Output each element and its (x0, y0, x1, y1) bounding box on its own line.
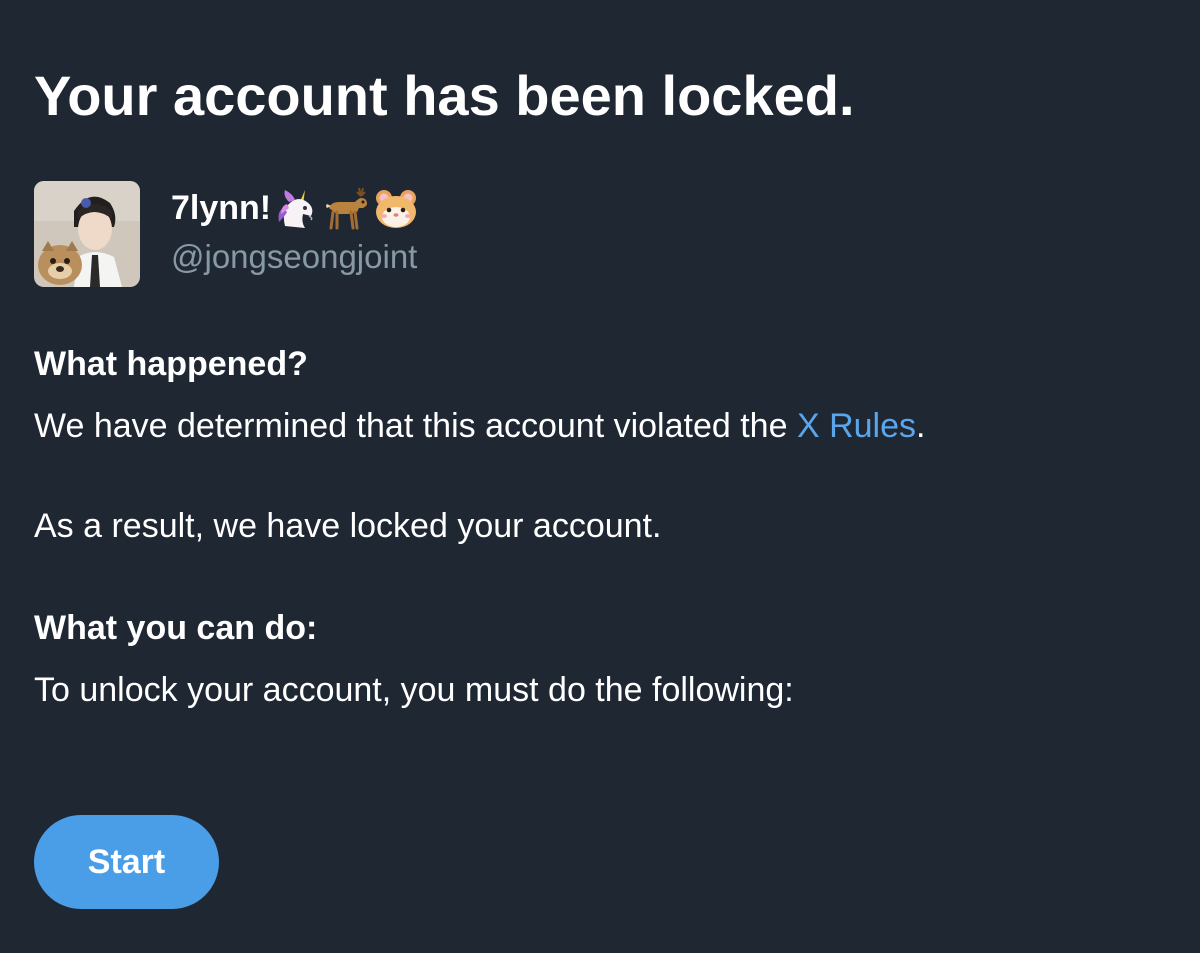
locked-account-page: Your account has been locked. 7lynn! @jo… (0, 0, 1200, 953)
account-identity: 7lynn! @jongseongjoint (171, 181, 421, 277)
start-button[interactable]: Start (34, 815, 219, 909)
display-name: 7lynn! (171, 189, 272, 227)
unlock-instructions-text: To unlock your account, you must do the … (34, 671, 794, 709)
account-handle: @jongseongjoint (171, 238, 418, 275)
hamster-emoji-icon (376, 190, 417, 228)
result-text: As a result, we have locked your account… (34, 507, 662, 545)
deer-emoji-icon (326, 187, 368, 230)
violation-text: We have determined that this account vio… (34, 404, 925, 448)
what-you-can-do-heading: What you can do: (34, 609, 318, 647)
violation-text-end: . (916, 407, 926, 445)
account-card: 7lynn! @jongseongjoint (34, 181, 421, 287)
avatar (34, 181, 140, 287)
what-happened-heading: What happened? (34, 345, 308, 383)
violation-text-start: We have determined that this account vio… (34, 407, 797, 445)
x-rules-link[interactable]: X Rules (797, 407, 916, 445)
emoji-row (275, 186, 421, 230)
avatar-photo (34, 181, 140, 287)
display-name-row: 7lynn! (171, 186, 421, 230)
unicorn-emoji-icon (278, 190, 313, 228)
page-title: Your account has been locked. (34, 64, 855, 127)
